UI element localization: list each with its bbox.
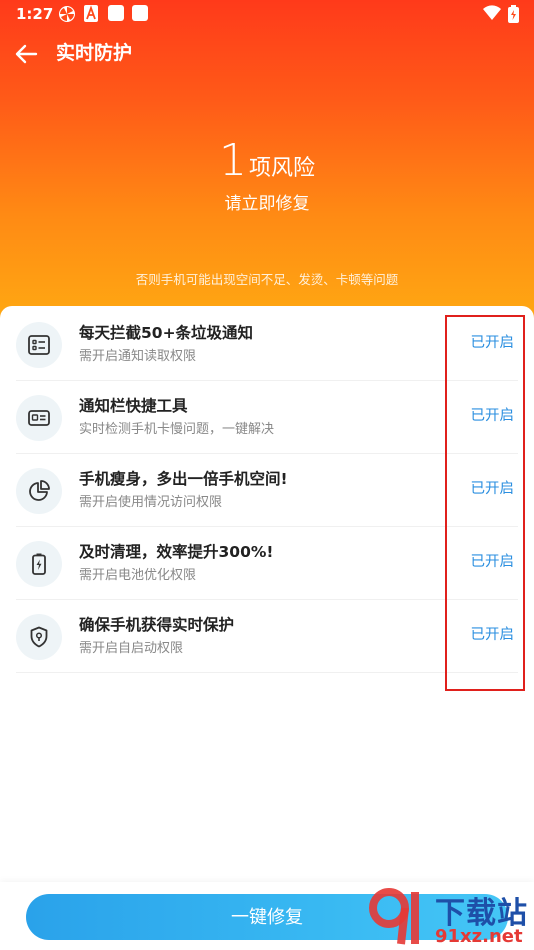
list-card-icon bbox=[16, 322, 62, 368]
risk-subtitle: 请立即修复 bbox=[224, 194, 310, 214]
wifi-icon bbox=[483, 5, 501, 25]
list-item[interactable]: 手机瘦身，多出一倍手机空间! 需开启使用情况访问权限 已开启 bbox=[16, 454, 518, 527]
feature-title: 及时清理，效率提升300%! bbox=[79, 543, 274, 561]
shield-icon bbox=[16, 614, 62, 660]
back-button[interactable] bbox=[12, 40, 42, 68]
risk-label: 项风险 bbox=[248, 156, 315, 181]
feature-title: 通知栏快捷工具 bbox=[79, 397, 188, 415]
battery-charging-icon bbox=[508, 5, 519, 27]
list-item[interactable]: 及时清理，效率提升300%! 需开启电池优化权限 已开启 bbox=[16, 527, 518, 600]
watermark-site: 91xz.net bbox=[435, 926, 523, 947]
feature-desc: 需开启通知读取权限 bbox=[79, 349, 197, 364]
status-time: 1:27 bbox=[16, 5, 54, 23]
feature-desc: 需开启自启动权限 bbox=[79, 641, 184, 656]
list-item[interactable]: 每天拦截50+条垃圾通知 需开启通知读取权限 已开启 bbox=[16, 308, 518, 381]
feature-desc: 需开启电池优化权限 bbox=[79, 568, 197, 583]
list-item[interactable]: 通知栏快捷工具 实时检测手机卡慢问题，一键解决 已开启 bbox=[16, 381, 518, 454]
site-watermark: 下载站 91xz.net bbox=[365, 884, 533, 950]
risk-note: 否则手机可能出现空间不足、发烫、卡顿等问题 bbox=[135, 272, 399, 287]
adobe-icon bbox=[84, 5, 98, 26]
feature-title: 手机瘦身，多出一倍手机空间! bbox=[79, 470, 288, 488]
square-icon bbox=[108, 5, 124, 21]
feature-desc: 需开启使用情况访问权限 bbox=[79, 495, 223, 510]
risk-summary: 1项风险 bbox=[0, 136, 534, 195]
pinwheel-icon bbox=[58, 5, 76, 27]
highlight-annotation-box bbox=[445, 315, 525, 691]
feature-title: 确保手机获得实时保护 bbox=[79, 616, 235, 634]
id-card-icon bbox=[16, 395, 62, 441]
battery-bolt-icon bbox=[16, 541, 62, 587]
pie-chart-icon bbox=[16, 468, 62, 514]
watermark-logo-icon bbox=[369, 888, 419, 945]
feature-title: 每天拦截50+条垃圾通知 bbox=[79, 324, 254, 342]
arrow-left-icon bbox=[12, 44, 40, 72]
screen: 1:27 实时防护 1项风险 请立即修复 否则手机可能出现空间不足、发烫、卡顿等… bbox=[0, 0, 534, 950]
status-bar: 1:27 bbox=[0, 0, 534, 28]
square-icon bbox=[132, 5, 148, 21]
risk-count: 1 bbox=[218, 135, 247, 186]
list-item[interactable]: 确保手机获得实时保护 需开启自启动权限 已开启 bbox=[16, 600, 518, 673]
page-title: 实时防护 bbox=[56, 42, 133, 64]
feature-desc: 实时检测手机卡慢问题，一键解决 bbox=[79, 422, 275, 437]
